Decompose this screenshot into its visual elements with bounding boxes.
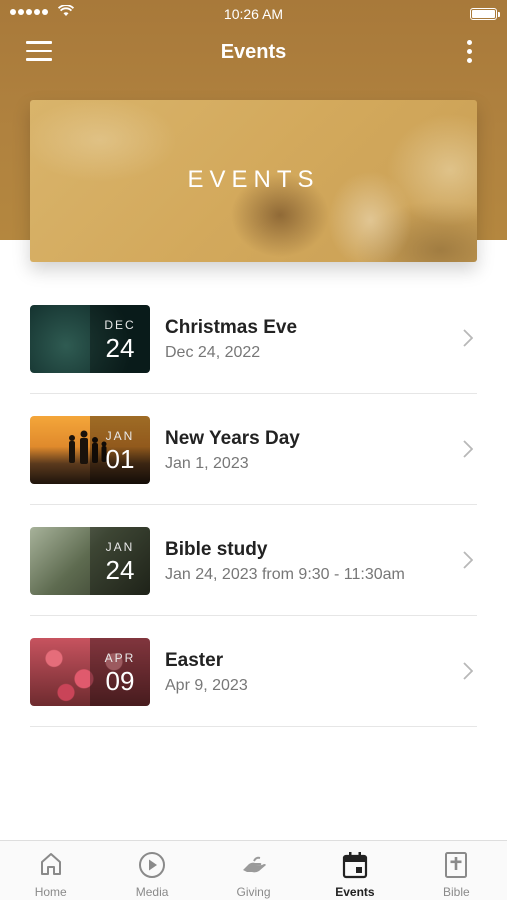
tab-media[interactable]: Media	[101, 841, 202, 900]
event-month: JAN	[105, 429, 135, 443]
event-thumbnail: JAN 24	[30, 527, 150, 595]
tab-bible[interactable]: Bible	[406, 841, 507, 900]
event-title: Bible study	[165, 539, 268, 560]
event-date: Dec 24, 2022	[165, 344, 261, 361]
event-item-bible-study[interactable]: JAN 24 Bible study Jan 24, 2023 from 9:3…	[30, 505, 477, 616]
event-item-new-years-day[interactable]: JAN 01 New Years Day Jan 1, 2023	[30, 394, 477, 505]
tab-label: Giving	[236, 885, 271, 899]
tab-giving[interactable]: Giving	[203, 841, 304, 900]
event-title: New Years Day	[165, 428, 300, 449]
event-month: JAN	[105, 540, 135, 554]
play-icon	[139, 852, 166, 878]
event-day: 24	[105, 555, 135, 585]
event-date: Apr 9, 2023	[165, 677, 248, 694]
tab-label: Home	[34, 885, 67, 899]
event-title: Christmas Eve	[165, 317, 298, 338]
page-title: Events	[220, 41, 287, 63]
hero-title: EVENTS	[187, 166, 320, 193]
chevron-right-icon	[463, 551, 473, 569]
event-day: 09	[105, 666, 135, 696]
event-month: DEC	[104, 318, 136, 332]
event-date: Jan 24, 2023 from 9:30 - 11:30am	[165, 566, 405, 583]
event-item-christmas-eve[interactable]: DEC 24 Christmas Eve Dec 24, 2022	[30, 283, 477, 394]
events-hero-banner: EVENTS	[30, 100, 477, 262]
event-thumbnail: DEC 24	[30, 305, 150, 373]
event-thumbnail: APR 09	[30, 638, 150, 706]
event-month: APR	[104, 651, 136, 665]
giving-hand-icon	[242, 856, 266, 873]
event-date: Jan 1, 2023	[165, 455, 249, 472]
battery-icon	[470, 8, 500, 20]
home-icon	[40, 853, 61, 875]
navigation-bar: Events	[0, 28, 507, 78]
event-title: Easter	[165, 650, 224, 671]
tab-events[interactable]: Events	[304, 841, 405, 900]
tab-label: Media	[135, 885, 169, 899]
more-options-icon[interactable]	[463, 40, 475, 66]
event-thumbnail: JAN 01	[30, 416, 150, 484]
bottom-tab-bar: Home Media Giving Events Bible	[0, 840, 507, 900]
tab-label: Events	[335, 885, 375, 899]
calendar-icon	[342, 852, 368, 879]
chevron-right-icon	[463, 329, 473, 347]
chevron-right-icon	[463, 440, 473, 458]
tab-label: Bible	[442, 885, 470, 899]
event-day: 24	[105, 333, 135, 363]
status-bar: 10:26 AM	[0, 0, 507, 28]
status-time: 10:26 AM	[223, 6, 284, 22]
event-day: 01	[105, 444, 135, 474]
events-list: DEC 24 Christmas Eve Dec 24, 2022 JAN 01…	[30, 283, 477, 727]
bible-icon	[445, 852, 468, 878]
event-item-easter[interactable]: APR 09 Easter Apr 9, 2023	[30, 616, 477, 727]
chevron-right-icon	[463, 662, 473, 680]
tab-home[interactable]: Home	[0, 841, 101, 900]
